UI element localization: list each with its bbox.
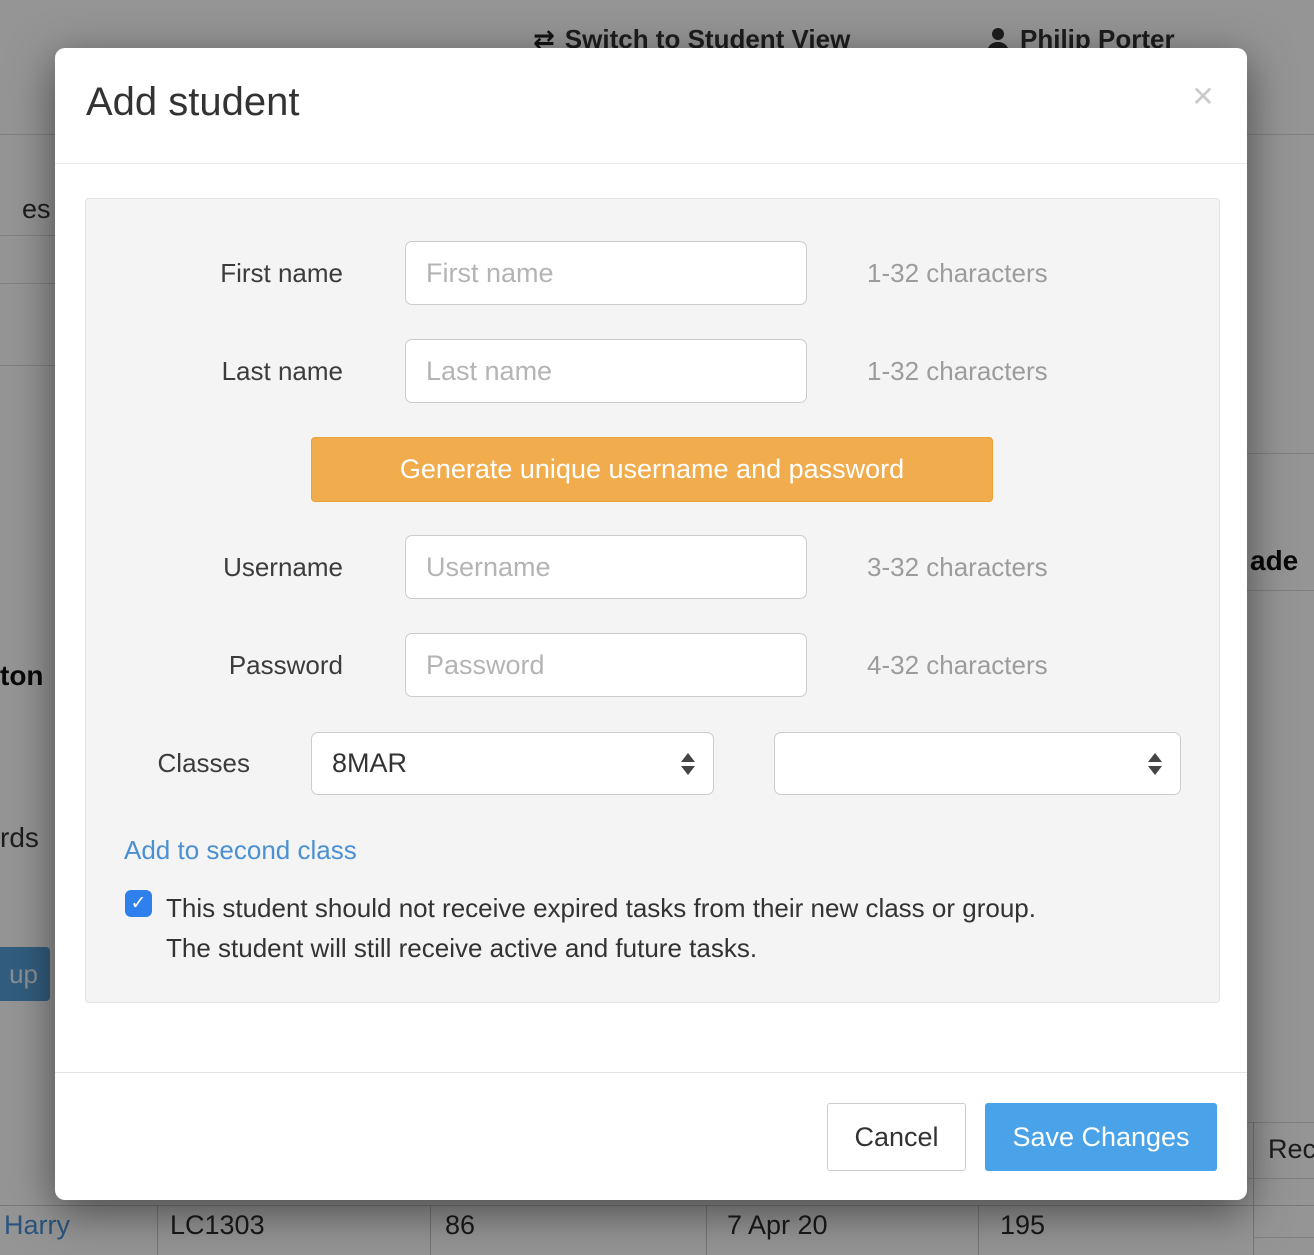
- last-name-hint: 1-32 characters: [867, 339, 1048, 403]
- classes-select[interactable]: 8MAR: [311, 732, 714, 795]
- close-icon[interactable]: ✕: [1183, 76, 1223, 116]
- password-hint: 4-32 characters: [867, 633, 1048, 697]
- add-student-modal: Add student ✕ First name 1-32 characters…: [55, 48, 1247, 1200]
- password-label: Password: [86, 633, 343, 697]
- classes-select-value: 8MAR: [332, 748, 681, 779]
- second-class-select[interactable]: [774, 732, 1181, 795]
- username-label: Username: [86, 535, 343, 599]
- form-panel: First name 1-32 characters Last name 1-3…: [85, 198, 1220, 1003]
- classes-label: Classes: [86, 732, 250, 795]
- username-input[interactable]: [405, 535, 807, 599]
- username-hint: 3-32 characters: [867, 535, 1048, 599]
- checkbox-line1: This student should not receive expired …: [166, 893, 1036, 923]
- add-second-class-link[interactable]: Add to second class: [124, 835, 357, 866]
- password-input[interactable]: [405, 633, 807, 697]
- expired-tasks-checkbox-label: This student should not receive expired …: [166, 888, 1196, 968]
- first-name-label: First name: [86, 241, 343, 305]
- divider: [55, 1072, 1247, 1073]
- save-changes-button[interactable]: Save Changes: [985, 1103, 1217, 1171]
- last-name-label: Last name: [86, 339, 343, 403]
- select-arrows-icon: [1148, 753, 1162, 775]
- generate-credentials-button[interactable]: Generate unique username and password: [311, 437, 993, 502]
- cancel-button[interactable]: Cancel: [827, 1103, 966, 1171]
- expired-tasks-checkbox[interactable]: ✓: [125, 890, 152, 917]
- first-name-input[interactable]: [405, 241, 807, 305]
- checkbox-line2: The student will still receive active an…: [166, 933, 757, 963]
- divider: [55, 163, 1247, 164]
- first-name-hint: 1-32 characters: [867, 241, 1048, 305]
- check-icon: ✓: [131, 892, 147, 915]
- select-arrows-icon: [681, 753, 695, 775]
- modal-title: Add student: [86, 80, 300, 125]
- last-name-input[interactable]: [405, 339, 807, 403]
